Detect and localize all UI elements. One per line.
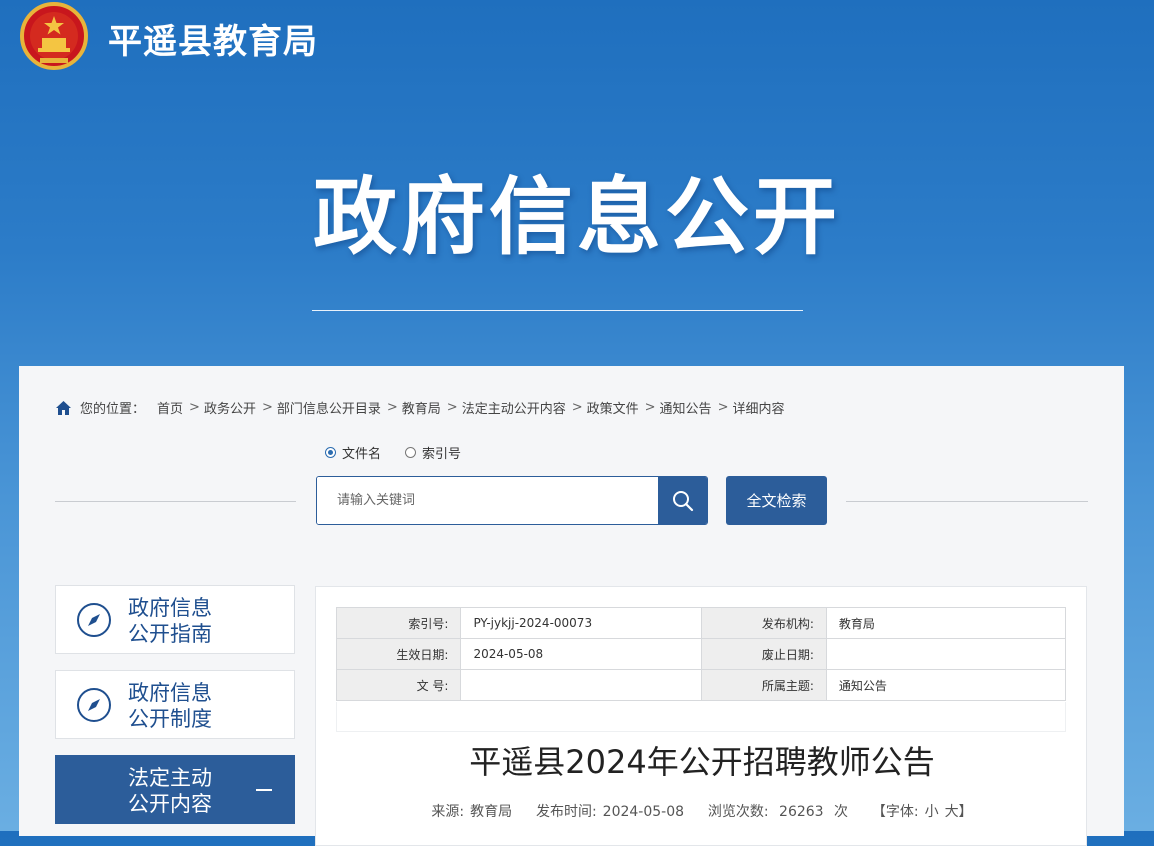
table-row: 文 号: 所属主题: 通知公告: [335, 669, 1067, 701]
search-icon: [672, 490, 693, 511]
sidebar-item-label: 政府信息 公开指南: [128, 595, 212, 647]
font-size-label: 【字体:: [871, 804, 919, 820]
compass-icon: [77, 603, 111, 637]
meta-value: 教育局: [825, 607, 1067, 639]
views-value: 26263: [779, 804, 824, 820]
radio-label: 文件名: [342, 447, 382, 462]
meta-key: 发布机构:: [701, 607, 827, 639]
breadcrumb-item[interactable]: 政策文件: [587, 398, 639, 417]
sidebar-label-line: 法定主动: [128, 766, 212, 790]
divider-right: [846, 501, 1088, 502]
meta-value: [825, 638, 1067, 670]
meta-value: PY-jykjj-2024-00073: [460, 607, 703, 639]
radio-label: 索引号: [422, 447, 462, 462]
meta-key: 废止日期:: [701, 638, 827, 670]
breadcrumb-current: 详细内容: [732, 402, 785, 417]
breadcrumb-separator: >: [446, 400, 458, 415]
breadcrumb-home[interactable]: 首页: [157, 398, 183, 417]
breadcrumb-separator: >: [189, 400, 200, 415]
meta-value: 2024-05-08: [460, 638, 703, 670]
article-info: 来源: 教育局 发布时间: 2024-05-08 浏览次数: 26263 次 【字体…: [316, 801, 1088, 821]
main-panel: 您的位置： 首页 > 政务公开 > 部门信息公开目录 > 教育局 > 法定主动公…: [19, 366, 1124, 846]
breadcrumb: 您的位置： 首页 > 政务公开 > 部门信息公开目录 > 教育局 > 法定主动公…: [55, 398, 790, 417]
sidebar-item-system[interactable]: 政府信息 公开制度: [55, 670, 295, 739]
sidebar-item-statutory[interactable]: 法定主动 公开内容: [55, 755, 295, 824]
font-small-button[interactable]: 小: [925, 804, 939, 820]
breadcrumb-item[interactable]: 通知公告: [660, 398, 712, 417]
collapse-icon[interactable]: [256, 789, 272, 791]
compass-icon: [77, 688, 111, 722]
sidebar-item-label: 法定主动 公开内容: [128, 765, 212, 817]
meta-key: 所属主题:: [701, 669, 827, 701]
breadcrumb-item[interactable]: 教育局: [402, 398, 441, 417]
breadcrumb-item[interactable]: 部门信息公开目录: [277, 398, 381, 417]
meta-key: 索引号:: [335, 607, 462, 639]
search-input[interactable]: [317, 477, 657, 524]
sidebar-label-line: 公开制度: [128, 707, 212, 731]
radio-index-number[interactable]: 索引号: [405, 443, 461, 462]
breadcrumb-separator: >: [261, 400, 273, 415]
sidebar-item-label: 政府信息 公开制度: [128, 680, 212, 732]
radio-unselected-icon[interactable]: [405, 447, 417, 458]
breadcrumb-separator: >: [644, 400, 656, 415]
breadcrumb-separator: >: [386, 400, 398, 415]
date-value: 2024-05-08: [602, 804, 685, 820]
search-box: [316, 476, 708, 525]
meta-key: 文 号:: [335, 669, 462, 701]
date-label: 发布时间:: [535, 804, 597, 820]
article-title: 平遥县2024年公开招聘教师公告: [469, 743, 935, 781]
table-row: 生效日期: 2024-05-08 废止日期:: [335, 638, 1067, 670]
meta-key: 生效日期:: [335, 638, 462, 670]
search-type-radio-group: 文件名 索引号: [325, 443, 485, 462]
table-row: 索引号: PY-jykjj-2024-00073 发布机构: 教育局: [335, 607, 1067, 639]
sidebar-label-line: 公开指南: [128, 622, 212, 646]
sidebar-label-line: 政府信息: [128, 596, 212, 620]
search-button[interactable]: [658, 477, 707, 524]
breadcrumb-prefix: 您的位置：: [80, 402, 146, 417]
breadcrumb-item[interactable]: 政务公开: [204, 398, 256, 417]
radio-selected-icon[interactable]: [325, 447, 336, 458]
banner-divider: [312, 310, 803, 311]
sidebar-item-guide[interactable]: 政府信息 公开指南: [55, 585, 295, 654]
meta-value: 通知公告: [825, 669, 1067, 701]
article-content: 索引号: PY-jykjj-2024-00073 发布机构: 教育局 生效日期:…: [315, 586, 1087, 846]
breadcrumb-separator: >: [717, 400, 729, 415]
sidebar-label-line: 政府信息: [128, 681, 212, 705]
sidebar-label-line: 公开内容: [128, 792, 212, 816]
meta-spacer: [336, 702, 1066, 732]
radio-filename[interactable]: 文件名: [325, 443, 381, 462]
source-value: 教育局: [470, 804, 513, 820]
banner-title: 政府信息公开: [312, 168, 841, 266]
divider-left: [55, 501, 296, 502]
national-emblem-icon: [20, 2, 88, 72]
breadcrumb-item[interactable]: 法定主动公开内容: [462, 398, 566, 417]
source-label: 来源:: [431, 804, 465, 820]
fulltext-search-button[interactable]: 全文检索: [726, 476, 827, 525]
site-title: 平遥县教育局: [108, 22, 318, 62]
font-large-button[interactable]: 大】: [945, 804, 973, 820]
home-icon: [56, 400, 71, 415]
meta-value: [460, 669, 703, 701]
views-unit: 次: [834, 804, 849, 820]
meta-table: 索引号: PY-jykjj-2024-00073 发布机构: 教育局 生效日期:…: [335, 607, 1067, 701]
breadcrumb-separator: >: [571, 400, 583, 415]
views-label: 浏览次数:: [707, 804, 769, 820]
